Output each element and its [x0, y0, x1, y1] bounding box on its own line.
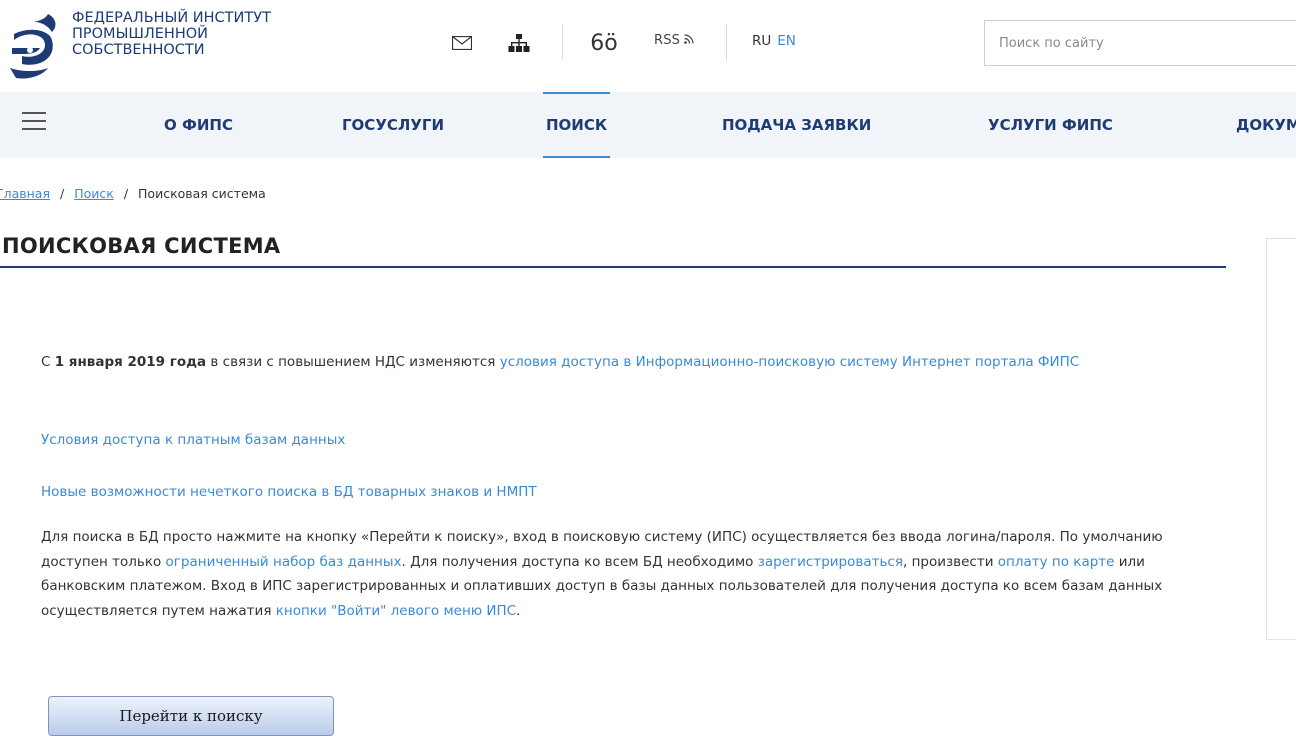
fuzzy-search-paragraph: Новые возможности нечеткого поиска в БД …	[41, 480, 537, 504]
rss-icon	[680, 33, 694, 47]
sitemap-icon[interactable]	[508, 30, 530, 56]
register-link[interactable]: зарегистрироваться	[758, 554, 903, 570]
nav-item-search[interactable]: ПОИСК	[542, 92, 611, 158]
notice-text: в связи с повышением НДС изменяются	[206, 354, 500, 370]
breadcrumb-search[interactable]: Поиск	[74, 186, 114, 201]
breadcrumb: Главная / Поиск / Поисковая система	[0, 186, 266, 201]
lang-ru[interactable]: RU	[752, 33, 771, 49]
instructions-paragraph: Для поиска в БД просто нажмите на кнопку…	[41, 525, 1227, 623]
nav-item-apply[interactable]: ПОДАЧА ЗАЯВКИ	[722, 92, 871, 158]
main-nav: О ФИПС ГОСУСЛУГИ ПОИСК ПОДАЧА ЗАЯВКИ УСЛ…	[0, 92, 1296, 158]
login-button-link[interactable]: кнопки "Войти" левого меню ИПС	[276, 603, 516, 619]
paid-db-paragraph: Условия доступа к платным базам данных	[41, 428, 345, 452]
org-name-line-3: СОБСТВЕННОСТИ	[72, 42, 205, 58]
notice-prefix: С	[41, 354, 55, 370]
paid-db-conditions-link[interactable]: Условия доступа к платным базам данных	[41, 432, 345, 448]
menu-icon[interactable]	[22, 112, 46, 132]
instructions-text: .	[516, 602, 521, 619]
org-name[interactable]: ФЕДЕРАЛЬНЫЙ ИНСТИТУТ ПРОМЫШЛЕННОЙ СОБСТВ…	[72, 10, 332, 58]
instructions-text: . Для получения доступа ко всем БД необх…	[401, 553, 758, 570]
rss-link[interactable]: RSS	[654, 33, 694, 48]
rss-label: RSS	[654, 33, 681, 48]
breadcrumb-separator: /	[60, 186, 65, 201]
breadcrumb-separator: /	[123, 186, 129, 201]
org-name-line-2: ПРОМЫШЛЕННОЙ	[72, 26, 209, 42]
header-divider	[726, 24, 727, 60]
org-name-line-1: ФЕДЕРАЛЬНЫЙ ИНСТИТУТ	[72, 10, 271, 26]
notice-date: 1 января 2019 года	[54, 354, 207, 370]
nav-item-services[interactable]: УСЛУГИ ФИПС	[988, 92, 1113, 158]
go-to-search-button[interactable]: Перейти к поиску	[48, 696, 334, 736]
nav-item-gosuslugi[interactable]: ГОСУСЛУГИ	[342, 92, 444, 158]
lang-en-link[interactable]: EN	[777, 33, 796, 49]
page-title: ПОИСКОВАЯ СИСТЕМА	[2, 234, 281, 258]
language-switcher: RU EN	[752, 33, 796, 49]
breadcrumb-current: Поисковая система	[138, 186, 266, 201]
glasses-icon[interactable]: 6ö	[586, 30, 622, 56]
notice-paragraph: С 1 января 2019 года в связи с повышение…	[41, 350, 1227, 374]
search-input[interactable]	[985, 21, 1296, 65]
side-panel	[1266, 238, 1296, 640]
limited-db-link[interactable]: ограниченный набор баз данных	[166, 554, 402, 570]
instructions-text: , произвести	[902, 553, 998, 570]
access-conditions-link[interactable]: условия доступа в Информационно-поискову…	[500, 354, 1080, 370]
mail-icon[interactable]	[452, 30, 472, 56]
fips-logo-icon[interactable]	[8, 12, 64, 82]
fuzzy-search-link[interactable]: Новые возможности нечеткого поиска в БД …	[41, 484, 537, 500]
nav-item-documents[interactable]: ДОКУМ	[1236, 92, 1296, 158]
site-header: ФЕДЕРАЛЬНЫЙ ИНСТИТУТ ПРОМЫШЛЕННОЙ СОБСТВ…	[0, 0, 1296, 92]
title-underline	[0, 266, 1226, 268]
card-payment-link[interactable]: оплату по карте	[998, 554, 1115, 570]
site-search	[984, 20, 1296, 66]
breadcrumb-home[interactable]: Главная	[0, 186, 50, 201]
header-divider	[562, 24, 563, 60]
nav-item-about[interactable]: О ФИПС	[164, 92, 233, 158]
